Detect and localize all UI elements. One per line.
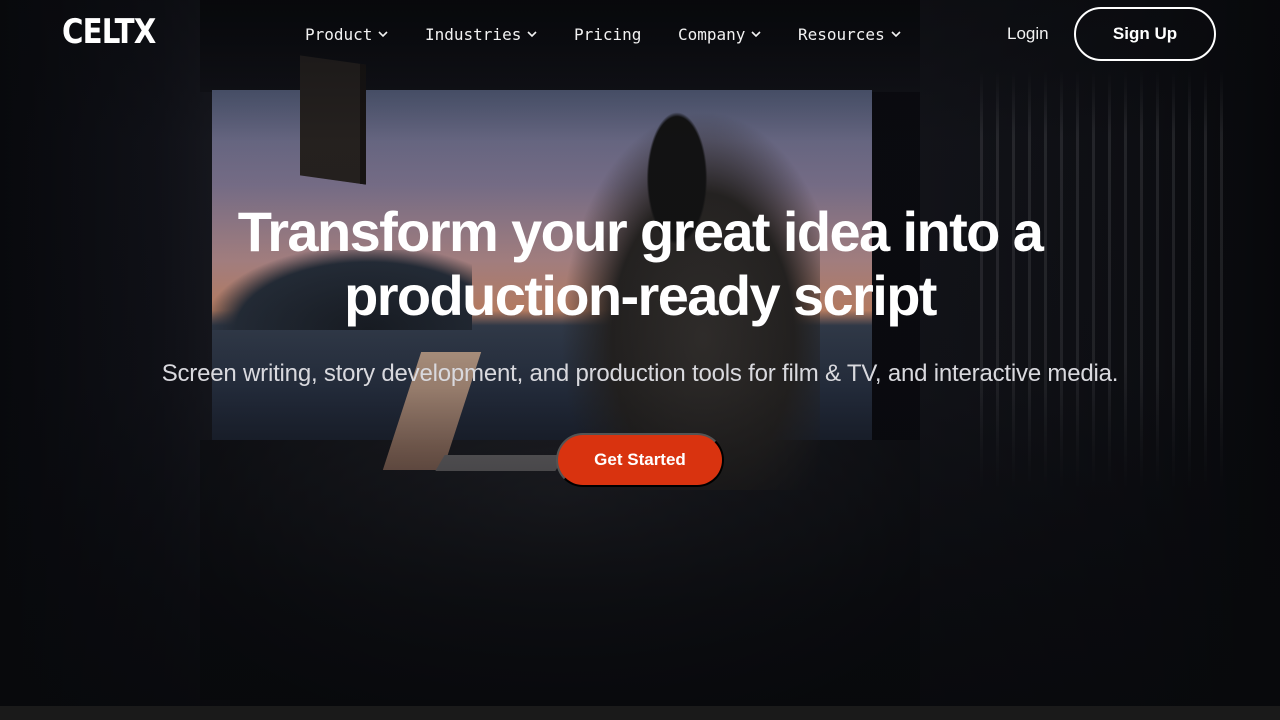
nav-item-label: Product: [305, 24, 373, 44]
headline-line-2: production-ready script: [344, 264, 937, 327]
get-started-button[interactable]: Get Started: [556, 433, 724, 487]
hero-subheadline: Screen writing, story development, and p…: [161, 360, 1119, 387]
chevron-down-icon: [378, 31, 389, 38]
chevron-down-icon: [891, 31, 901, 38]
top-navigation: CELTX Product Industries Pricing Company…: [0, 0, 1280, 68]
chevron-down-icon: [751, 31, 762, 38]
nav-item-label: Resources: [798, 24, 885, 44]
nav-item-product[interactable]: Product: [305, 22, 389, 46]
nav-item-label: Industries: [425, 24, 522, 44]
nav-item-label: Company: [678, 24, 746, 44]
nav-item-pricing[interactable]: Pricing: [574, 22, 641, 46]
hero-overlay: [0, 0, 1280, 706]
nav-item-resources[interactable]: Resources: [798, 22, 902, 46]
headline-line-1: Transform your great idea into a: [237, 200, 1044, 263]
hero-headline: Transform your great idea into a product…: [140, 200, 1140, 328]
nav-item-industries[interactable]: Industries: [425, 22, 538, 46]
chevron-down-icon: [527, 31, 537, 38]
bottom-strip: [0, 706, 1280, 720]
signup-button[interactable]: Sign Up: [1074, 7, 1216, 61]
hero-background: [0, 0, 1280, 706]
login-link[interactable]: Login: [1007, 24, 1049, 44]
celtx-logo[interactable]: CELTX: [62, 13, 156, 51]
nav-item-company[interactable]: Company: [678, 22, 762, 46]
nav-item-label: Pricing: [574, 24, 642, 44]
